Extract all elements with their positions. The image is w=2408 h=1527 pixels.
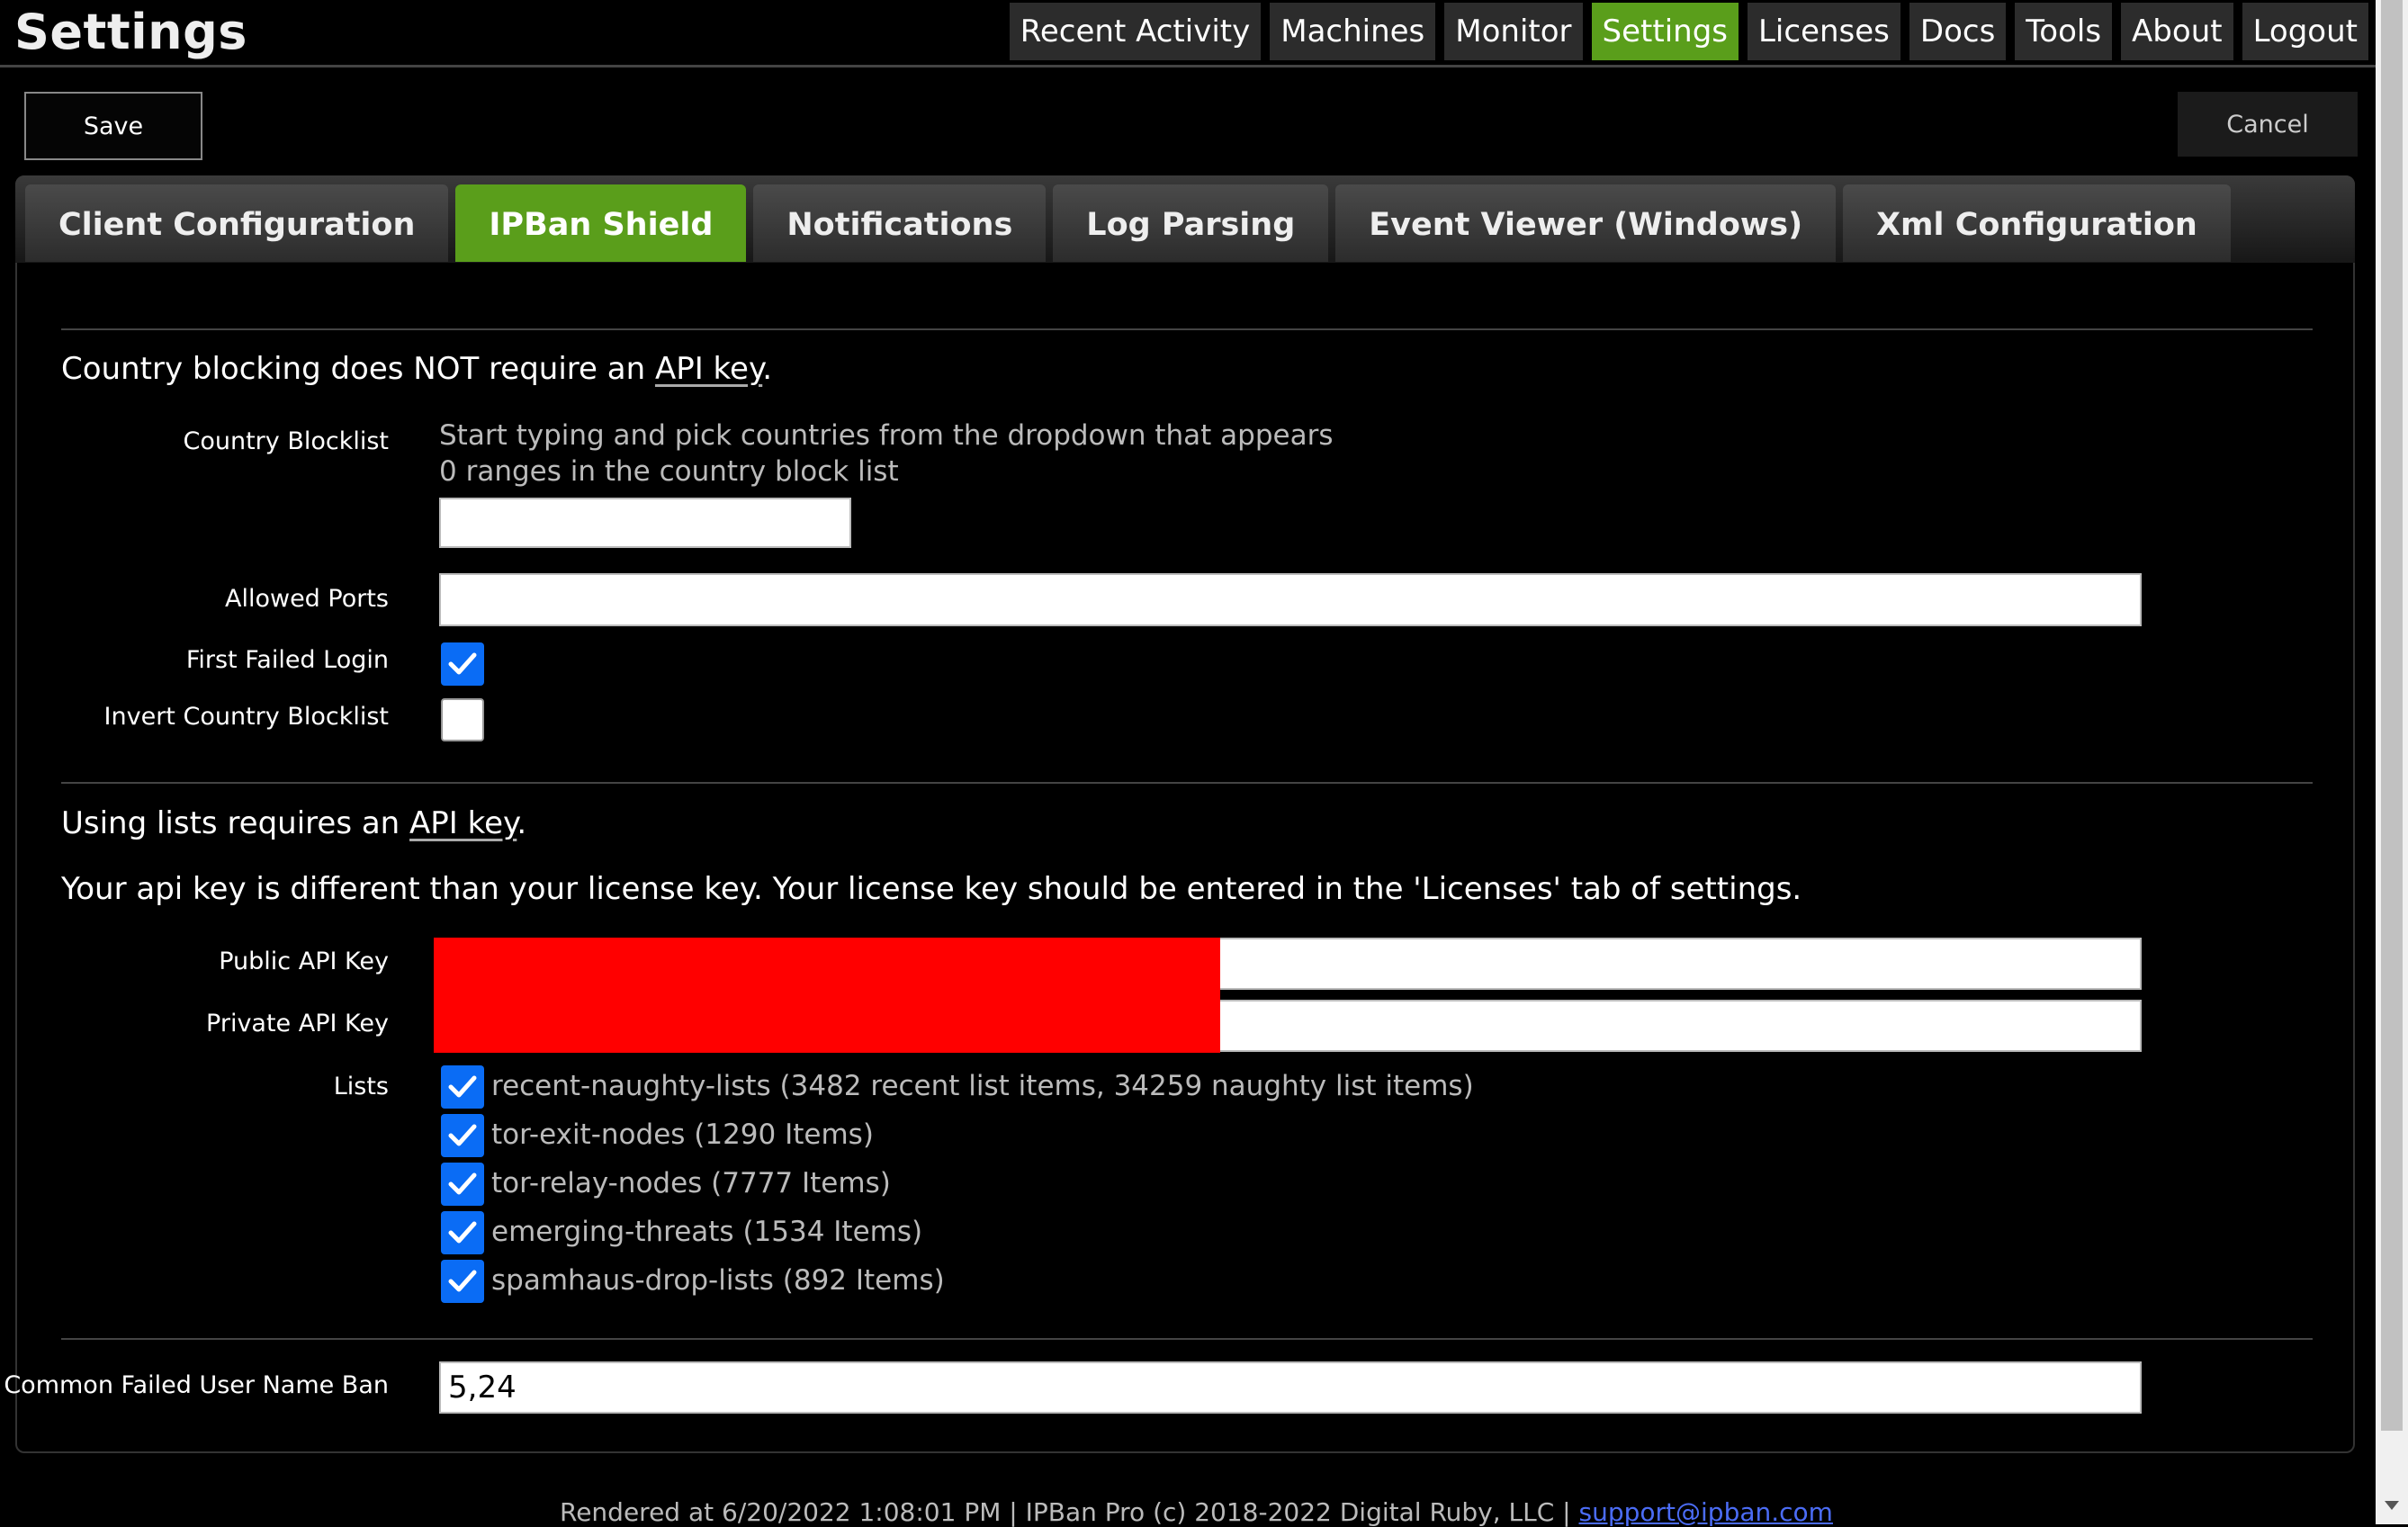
country-note-suffix: . bbox=[762, 351, 773, 387]
checkmark-icon bbox=[448, 1270, 477, 1292]
allowed-ports-input[interactable] bbox=[439, 573, 2142, 626]
list-checkbox-spamhaus-drop[interactable] bbox=[441, 1260, 484, 1303]
redacted-api-keys bbox=[434, 938, 1220, 1053]
nav-settings[interactable]: Settings bbox=[1591, 3, 1739, 60]
list-checkbox-recent-naughty[interactable] bbox=[441, 1065, 484, 1109]
list-label-tor-exit-nodes: tor-exit-nodes (1290 Items) bbox=[491, 1118, 874, 1151]
nav-tools[interactable]: Tools bbox=[2015, 3, 2113, 60]
country-blocklist-input[interactable] bbox=[439, 498, 851, 548]
list-checkbox-tor-relay-nodes[interactable] bbox=[441, 1163, 484, 1206]
list-label-spamhaus-drop: spamhaus-drop-lists (892 Items) bbox=[491, 1264, 945, 1297]
list-label-recent-naughty: recent-naughty-lists (3482 recent list i… bbox=[491, 1070, 1474, 1102]
allowed-ports-label: Allowed Ports bbox=[225, 585, 389, 613]
public-api-key-label: Public API Key bbox=[219, 948, 389, 975]
api-key-note: Your api key is different than your lice… bbox=[61, 871, 1802, 907]
section-divider bbox=[61, 782, 2313, 784]
invert-country-blocklist-label: Invert Country Blocklist bbox=[103, 703, 389, 731]
nav-logout[interactable]: Logout bbox=[2242, 3, 2368, 60]
scroll-down-icon[interactable] bbox=[2385, 1501, 2399, 1510]
nav-about[interactable]: About bbox=[2121, 3, 2233, 60]
checkmark-icon bbox=[448, 1221, 477, 1244]
invert-country-blocklist-checkbox[interactable] bbox=[441, 698, 484, 741]
common-failed-user-name-ban-input[interactable]: 5,24 bbox=[439, 1361, 2142, 1414]
page-title: Settings bbox=[14, 4, 247, 60]
page-scrollbar[interactable] bbox=[2376, 0, 2408, 1524]
nav-recent-activity[interactable]: Recent Activity bbox=[1009, 3, 1262, 60]
country-note-text: Country blocking does NOT require an bbox=[61, 351, 655, 387]
api-key-link[interactable]: API key bbox=[655, 351, 762, 387]
tab-client-configuration[interactable]: Client Configuration bbox=[25, 184, 449, 262]
private-api-key-label: Private API Key bbox=[206, 1010, 389, 1037]
cancel-button[interactable]: Cancel bbox=[2178, 92, 2358, 157]
country-blocklist-label: Country Blocklist bbox=[183, 427, 389, 455]
first-failed-login-label: First Failed Login bbox=[185, 646, 389, 674]
checkmark-icon bbox=[448, 1075, 477, 1098]
tab-xml-configuration[interactable]: Xml Configuration bbox=[1843, 184, 2231, 262]
header-divider bbox=[0, 65, 2376, 67]
nav-machines[interactable]: Machines bbox=[1270, 3, 1436, 60]
lists-label: Lists bbox=[333, 1073, 389, 1100]
footer: Rendered at 6/20/2022 1:08:01 PM | IPBan… bbox=[560, 1497, 1833, 1527]
footer-text: Rendered at 6/20/2022 1:08:01 PM | IPBan… bbox=[560, 1497, 1579, 1527]
tab-log-parsing[interactable]: Log Parsing bbox=[1053, 184, 1329, 262]
nav-licenses[interactable]: Licenses bbox=[1747, 3, 1900, 60]
nav-monitor[interactable]: Monitor bbox=[1444, 3, 1583, 60]
api-key-link[interactable]: API key bbox=[409, 805, 517, 841]
list-checkbox-emerging-threats[interactable] bbox=[441, 1211, 484, 1254]
country-blocking-note: Country blocking does NOT require an API… bbox=[61, 351, 772, 387]
checkmark-icon bbox=[448, 1124, 477, 1146]
checkmark-icon bbox=[448, 652, 477, 675]
tab-event-viewer[interactable]: Event Viewer (Windows) bbox=[1335, 184, 1837, 262]
common-failed-user-name-ban-label: Common Failed User Name Ban bbox=[4, 1371, 389, 1399]
tabs: Client Configuration IPBan Shield Notifi… bbox=[25, 184, 2231, 262]
section-divider bbox=[61, 328, 2313, 330]
section-divider bbox=[61, 1338, 2313, 1340]
country-range-count: 0 ranges in the country block list bbox=[439, 455, 899, 488]
country-blocklist-hint: Start typing and pick countries from the… bbox=[439, 419, 1334, 452]
support-email-link[interactable]: support@ipban.com bbox=[1579, 1497, 1833, 1527]
list-label-emerging-threats: emerging-threats (1534 Items) bbox=[491, 1216, 923, 1248]
checkmark-icon bbox=[448, 1172, 477, 1195]
first-failed-login-checkbox[interactable] bbox=[441, 642, 484, 686]
settings-page: Settings Recent Activity Machines Monito… bbox=[0, 0, 2376, 1527]
lists-note-suffix: . bbox=[517, 805, 527, 841]
nav-docs[interactable]: Docs bbox=[1909, 3, 2007, 60]
top-nav: Recent Activity Machines Monitor Setting… bbox=[1009, 3, 2368, 60]
list-label-tor-relay-nodes: tor-relay-nodes (7777 Items) bbox=[491, 1167, 891, 1199]
lists-note: Using lists requires an API key. bbox=[61, 805, 526, 841]
scrollbar-thumb[interactable] bbox=[2381, 0, 2403, 1431]
tab-notifications[interactable]: Notifications bbox=[753, 184, 1047, 262]
tab-ipban-shield[interactable]: IPBan Shield bbox=[455, 184, 747, 262]
save-button[interactable]: Save bbox=[24, 92, 202, 160]
list-checkbox-tor-exit-nodes[interactable] bbox=[441, 1114, 484, 1157]
lists-note-text: Using lists requires an bbox=[61, 805, 410, 841]
